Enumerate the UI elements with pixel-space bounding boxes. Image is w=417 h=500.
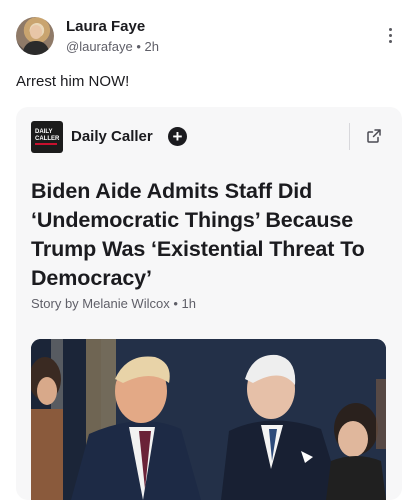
- post-time: 2h: [144, 39, 159, 54]
- author-meta: @laurafaye • 2h: [66, 39, 159, 54]
- more-options-icon[interactable]: [384, 28, 396, 48]
- source-logo-line1: DAILY: [35, 129, 53, 135]
- article-headline[interactable]: Biden Aide Admits Staff Did ‘Undemocrati…: [31, 177, 391, 293]
- source-logo-line2: CALLER: [35, 136, 59, 145]
- follow-source-button[interactable]: +: [168, 127, 187, 146]
- post-header: Laura Faye @laurafaye • 2h: [0, 0, 417, 66]
- post-text: Arrest him NOW!: [16, 73, 130, 90]
- source-row: DAILY CALLER Daily Caller +: [16, 107, 402, 167]
- source-logo[interactable]: DAILY CALLER: [31, 121, 63, 153]
- article-byline: Story by Melanie Wilcox • 1h: [31, 296, 196, 311]
- author-name[interactable]: Laura Faye: [66, 18, 145, 35]
- article-image[interactable]: [31, 339, 386, 500]
- article-card[interactable]: DAILY CALLER Daily Caller + Biden Aide A…: [16, 107, 402, 500]
- article-photo: [31, 339, 386, 500]
- external-link-icon[interactable]: [366, 128, 382, 144]
- source-name[interactable]: Daily Caller: [71, 128, 153, 145]
- divider: [349, 123, 350, 150]
- author-handle[interactable]: @laurafaye: [66, 39, 133, 54]
- avatar[interactable]: [16, 17, 54, 55]
- avatar-face: [30, 25, 42, 39]
- meta-separator: •: [136, 39, 141, 54]
- avatar-body: [23, 41, 49, 55]
